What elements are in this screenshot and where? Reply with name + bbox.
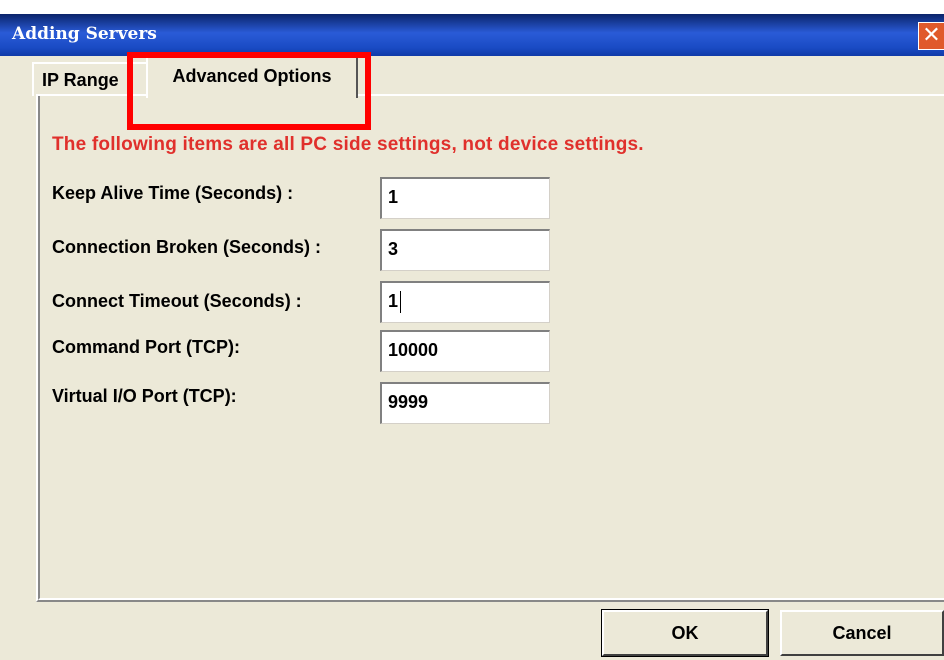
title-bar[interactable]: Adding Servers ✕ [0, 14, 944, 56]
close-icon[interactable]: ✕ [918, 22, 944, 50]
virtual-io-port-label: Virtual I/O Port (TCP): [52, 386, 237, 406]
keep-alive-input[interactable]: 1 [380, 177, 550, 219]
connect-timeout-value: 1 [388, 291, 399, 311]
connection-broken-input[interactable]: 3 [380, 229, 550, 271]
virtual-io-port-input[interactable]: 9999 [380, 382, 550, 424]
connection-broken-label: Connection Broken (Seconds) : [52, 237, 322, 257]
connect-timeout-input[interactable]: 1 [380, 281, 550, 323]
pc-settings-notice: The following items are all PC side sett… [52, 134, 644, 155]
command-port-input[interactable]: 10000 [380, 330, 550, 372]
text-cursor [400, 291, 402, 314]
ok-button[interactable]: OK [601, 609, 769, 657]
keep-alive-label: Keep Alive Time (Seconds) : [52, 183, 294, 203]
cancel-button[interactable]: Cancel [780, 610, 944, 656]
window-title: Adding Servers [12, 24, 157, 44]
highlight-box [127, 52, 371, 130]
command-port-label: Command Port (TCP): [52, 337, 240, 357]
connect-timeout-label: Connect Timeout (Seconds) : [52, 291, 302, 311]
